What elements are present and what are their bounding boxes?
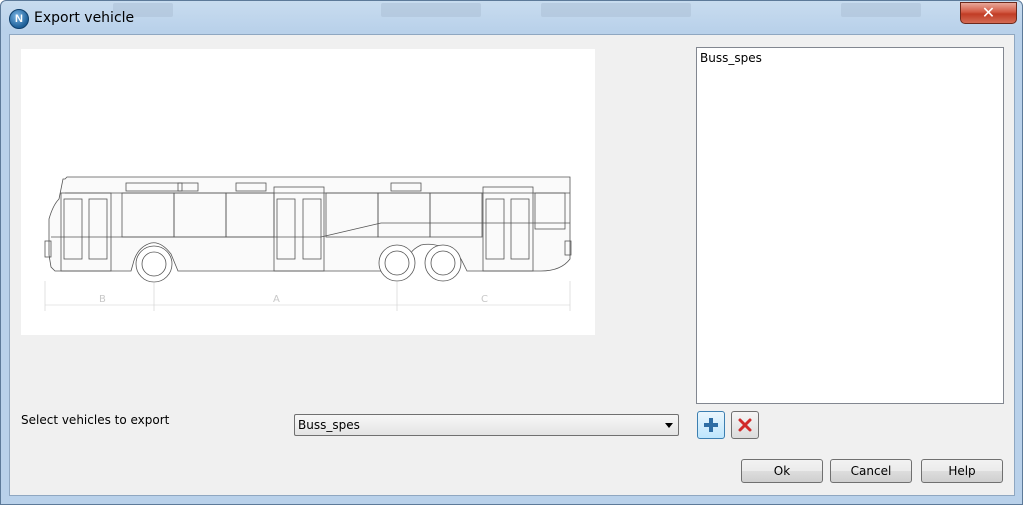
red-x-icon bbox=[738, 418, 752, 432]
cancel-button[interactable]: Cancel bbox=[830, 459, 912, 483]
vehicle-list[interactable]: Buss_spes bbox=[696, 47, 1004, 404]
chevron-down-icon bbox=[665, 423, 673, 428]
remove-vehicle-button[interactable] bbox=[731, 411, 759, 439]
export-vehicle-dialog: N Export vehicle ✕ B A C Buss_spes Selec… bbox=[0, 0, 1023, 505]
dropdown-value: Buss_spes bbox=[298, 418, 360, 432]
ok-button[interactable]: Ok bbox=[741, 459, 823, 483]
dialog-body: B A C Buss_spes Select vehicles to expor… bbox=[9, 34, 1015, 496]
dimension-label-a: A bbox=[273, 294, 280, 305]
plus-icon bbox=[704, 418, 718, 432]
list-item[interactable]: Buss_spes bbox=[700, 51, 762, 65]
select-vehicles-label: Select vehicles to export bbox=[21, 413, 170, 427]
background-ghost bbox=[381, 3, 481, 17]
bus-drawing: B A C bbox=[44, 176, 572, 311]
help-button[interactable]: Help bbox=[921, 459, 1003, 483]
vehicle-preview: B A C bbox=[21, 49, 595, 335]
vehicle-select-dropdown[interactable]: Buss_spes bbox=[294, 414, 679, 436]
background-ghost bbox=[541, 3, 691, 17]
window-title: Export vehicle bbox=[34, 10, 135, 26]
dimension-label-c: C bbox=[481, 294, 488, 305]
background-ghost bbox=[841, 3, 921, 17]
app-logo-icon: N bbox=[9, 9, 29, 29]
add-vehicle-button[interactable] bbox=[697, 411, 725, 439]
close-button[interactable]: ✕ bbox=[960, 2, 1017, 24]
dimension-label-b: B bbox=[99, 294, 106, 305]
close-icon: ✕ bbox=[981, 3, 996, 22]
